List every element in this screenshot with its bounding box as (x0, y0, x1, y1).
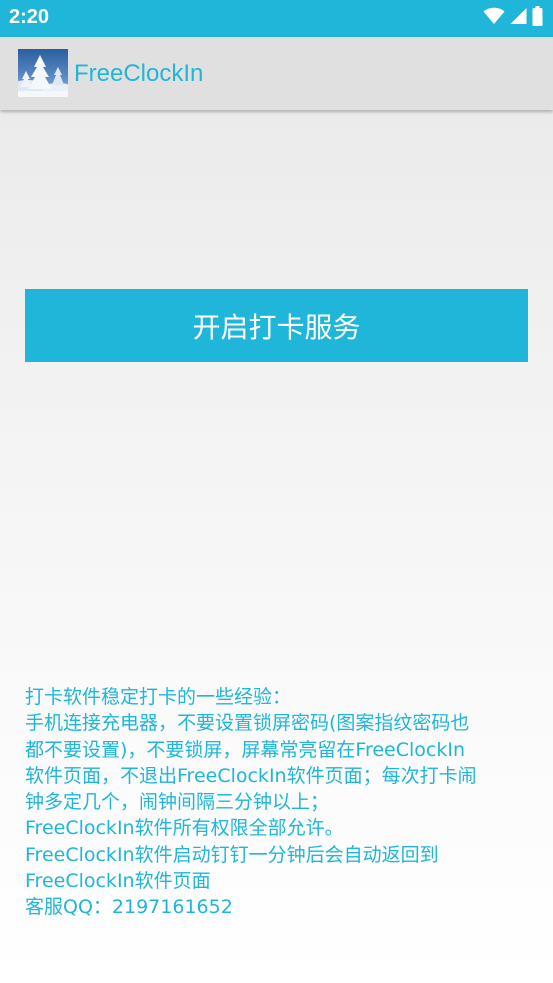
status-time: 2:20 (9, 6, 50, 28)
status-bar: 2:20 (0, 0, 553, 37)
tips-line: 打卡软件稳定打卡的一些经验： (25, 686, 292, 708)
tips-line: FreeClockIn软件页面 (25, 870, 211, 893)
app-title: FreeClockIn (74, 60, 204, 87)
tips-line: 软件页面，不退出FreeClockIn软件页面；每次打卡闹 (25, 764, 477, 787)
tips-line: FreeClockIn软件所有权限全部允许。 (25, 817, 344, 840)
start-clockin-service-button[interactable]: 开启打卡服务 (25, 289, 528, 362)
tips-line: FreeClockIn软件启动钉钉一分钟后会自动返回到 (25, 843, 439, 866)
tips-line: 手机连接充电器，不要设置锁屏密码(图案指纹密码也 (25, 712, 470, 735)
tips-line: 都不要设置)，不要锁屏，屏幕常亮留在FreeClockIn (25, 738, 465, 761)
app-bar: FreeClockIn (0, 37, 553, 110)
tips-line: 钟多定几个，闹钟间隔三分钟以上； (25, 791, 330, 814)
tips-text: 打卡软件稳定打卡的一些经验： 手机连接充电器，不要设置锁屏密码(图案指纹密码也 … (25, 684, 535, 921)
wifi-icon (483, 7, 505, 29)
battery-icon (532, 6, 543, 30)
cell-signal-icon (510, 7, 527, 29)
snowy-tree-app-icon (18, 49, 68, 97)
status-icons (478, 6, 543, 30)
tips-line: 客服QQ：2197161652 (25, 896, 233, 919)
